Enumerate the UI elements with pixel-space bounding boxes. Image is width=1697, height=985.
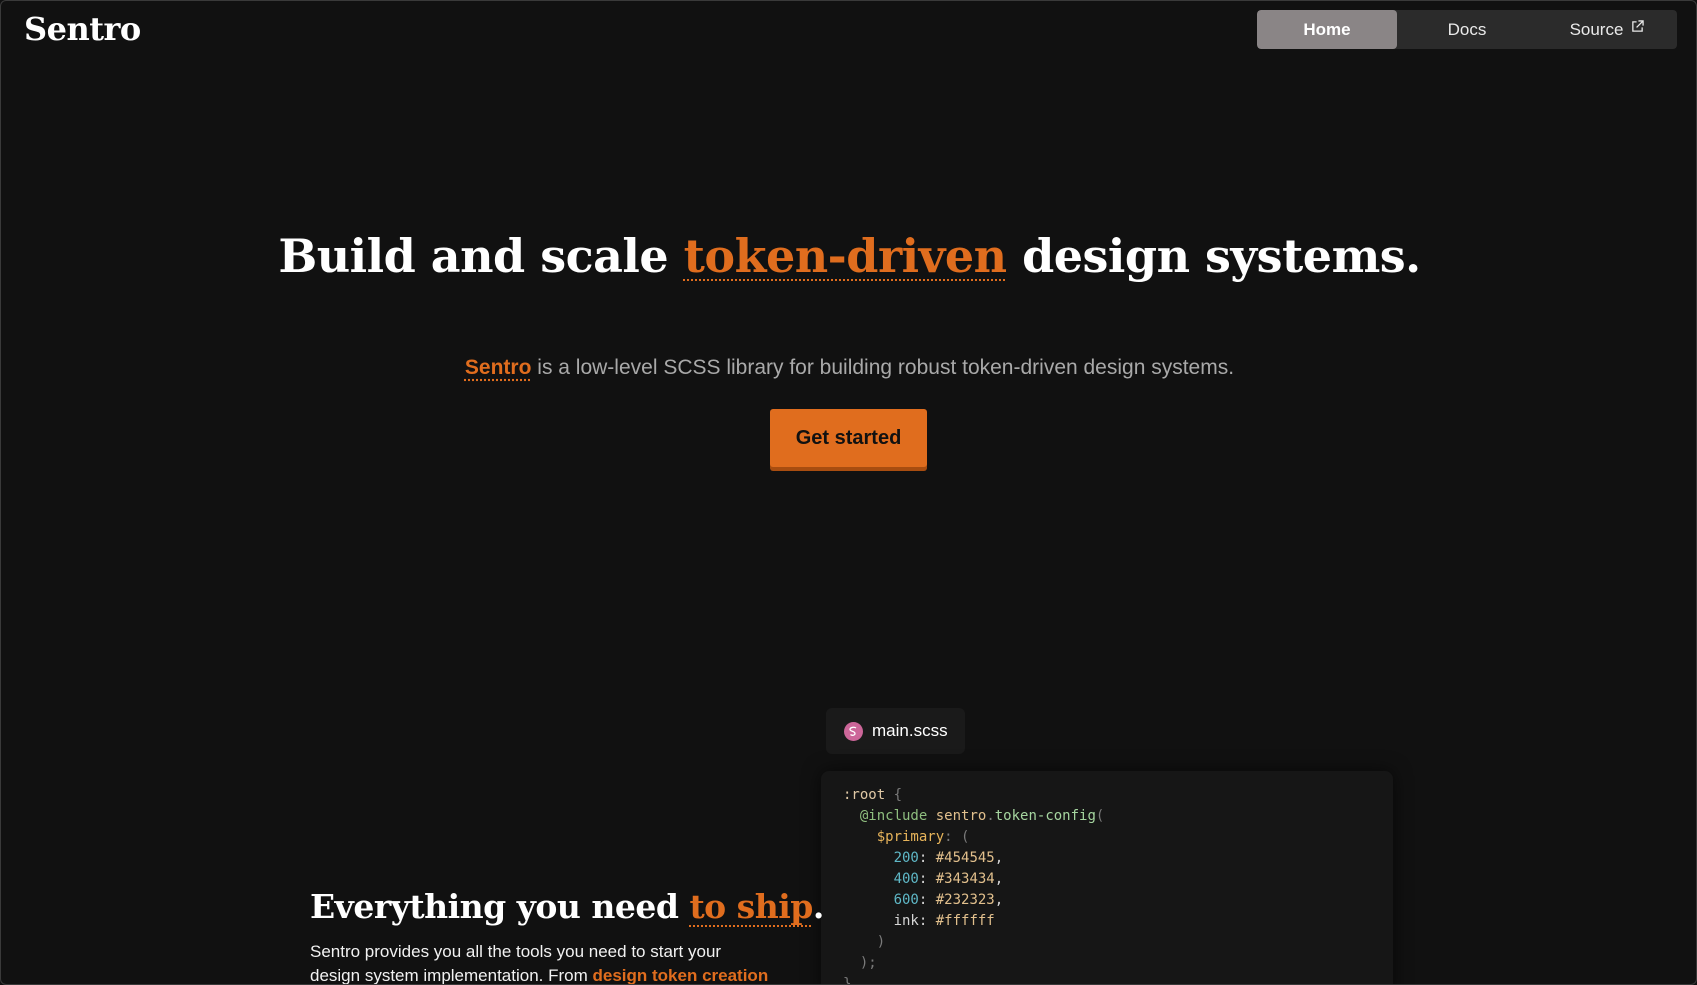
code-token: 200: [893, 850, 919, 866]
code-token: token-config: [994, 808, 1096, 824]
code-line: ink: #ffffff: [893, 913, 995, 929]
hero-title: Build and scale token-driven design syst…: [1, 229, 1696, 283]
features-title-accent[interactable]: to ship: [689, 887, 813, 926]
code-token: #343434: [935, 871, 995, 887]
hero-subtitle: Sentro is a low-level SCSS library for b…: [1, 356, 1696, 380]
code-token: 600: [893, 892, 919, 908]
code-token: }: [843, 976, 852, 985]
code-panel: :root { @include sentro.token-config( $p…: [821, 771, 1393, 985]
code-token: #ffffff: [935, 913, 995, 929]
hero-title-accent[interactable]: token-driven: [684, 229, 1007, 283]
external-link-icon: [1632, 20, 1645, 32]
code-file-tab[interactable]: main.scss: [826, 708, 965, 754]
nav-source-link[interactable]: Source: [1537, 10, 1677, 49]
code-token: #454545: [935, 850, 995, 866]
code-line: 600: #232323,: [893, 892, 1004, 908]
features-title: Everything you need to ship.: [310, 887, 824, 926]
code-token: (: [1095, 808, 1105, 824]
code-token: {: [885, 787, 903, 803]
features-title-period: .: [812, 887, 825, 926]
hero-title-part1: Build and scale: [278, 229, 684, 283]
code-line: $primary: (: [843, 827, 1371, 848]
hero-subtitle-text: is a low-level SCSS library for building…: [531, 356, 1235, 379]
code-line: @include sentro.token-config(: [843, 806, 1371, 827]
code-token: .: [986, 808, 995, 824]
code-token: @include: [859, 808, 928, 824]
nav-home-tab[interactable]: Home: [1257, 10, 1397, 49]
top-nav: Home Docs Source: [1257, 10, 1677, 49]
features-body-line2: design system implementation. From: [310, 966, 593, 985]
code-token: 400: [893, 871, 919, 887]
nav-home-label: Home: [1303, 19, 1351, 39]
design-token-creation-link[interactable]: design token creation: [593, 966, 769, 984]
code-token: :root: [843, 787, 886, 803]
code-token: $primary: [876, 829, 945, 845]
get-started-button[interactable]: Get started: [770, 409, 927, 467]
get-started-label: Get started: [795, 426, 902, 449]
site-logo[interactable]: Sentro: [24, 10, 141, 48]
code-line: ): [843, 932, 1371, 953]
code-token: sentro: [927, 808, 987, 824]
nav-source-label: Source: [1569, 19, 1624, 39]
code-line: }: [843, 974, 1371, 985]
code-line: 400: #343434,: [893, 871, 1004, 887]
code-line: 200: #454545,: [893, 850, 1004, 866]
features-body-line1: Sentro provides you all the tools you ne…: [310, 942, 722, 961]
code-token: #232323: [935, 892, 995, 908]
code-token: : (: [944, 829, 970, 845]
code-token: );: [859, 955, 877, 971]
code-line: );: [843, 953, 1371, 974]
sass-icon: [844, 721, 863, 741]
code-token: ink: [893, 913, 919, 929]
features-title-part1: Everything you need: [310, 887, 690, 926]
nav-docs-tab[interactable]: Docs: [1397, 10, 1537, 49]
code-line: :root {: [843, 785, 1371, 806]
features-body: Sentro provides you all the tools you ne…: [310, 940, 780, 985]
nav-docs-label: Docs: [1447, 19, 1487, 39]
code-filename: main.scss: [872, 721, 948, 740]
code-token: ): [876, 934, 886, 950]
hero-brand-link[interactable]: Sentro: [465, 356, 532, 379]
app-window: Sentro Home Docs Source Build and scale …: [0, 0, 1697, 985]
hero-title-part2: design systems.: [1006, 229, 1421, 283]
